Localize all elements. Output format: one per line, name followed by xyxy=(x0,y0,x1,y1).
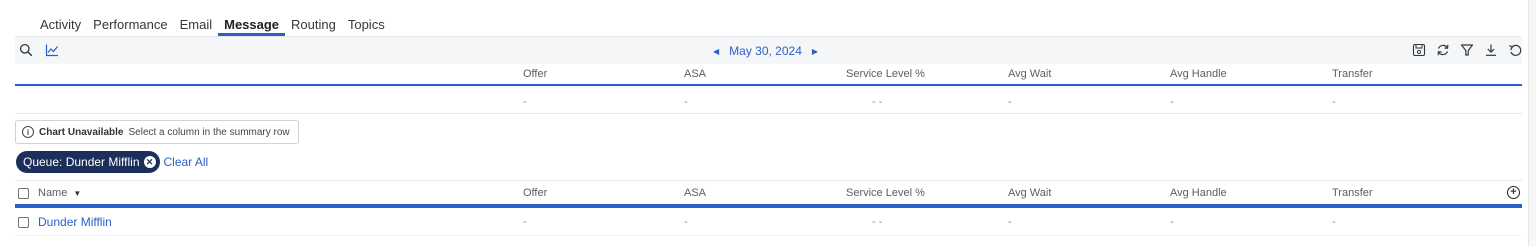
tab-bar: Activity Performance Email Message Routi… xyxy=(38,0,391,36)
download-icon[interactable] xyxy=(1484,43,1498,57)
row-value-offer: - xyxy=(523,216,527,228)
grid-header-service-level[interactable]: Service Level % xyxy=(846,187,925,199)
table-row: Dunder Mifflin - - - - - - - xyxy=(15,208,1522,236)
summary-value-service-level[interactable]: - - xyxy=(872,96,882,108)
summary-value-transfer[interactable]: - xyxy=(1332,96,1336,108)
remove-filter-icon[interactable]: ✕ xyxy=(143,156,156,168)
date-label[interactable]: May 30, 2024 xyxy=(729,44,802,58)
column-header-transfer[interactable]: Transfer xyxy=(1332,68,1373,80)
queue-name-link[interactable]: Dunder Mifflin xyxy=(38,215,112,229)
previous-date-button[interactable]: ◀ xyxy=(713,47,719,56)
row-value-avg-handle: - xyxy=(1170,216,1174,228)
add-column-icon[interactable]: + xyxy=(1507,186,1520,199)
grid-header-row: Name ▼ Offer ASA Service Level % Avg Wai… xyxy=(15,180,1522,206)
queue-filter-label: Queue: Dunder Mifflin xyxy=(23,155,140,169)
tab-email[interactable]: Email xyxy=(174,0,219,36)
chart-unavailable-notice: i Chart Unavailable Select a column in t… xyxy=(15,120,299,144)
chart-note-message: Select a column in the summary row xyxy=(128,126,290,138)
summary-value-asa[interactable]: - xyxy=(684,96,688,108)
vertical-scrollbar[interactable] xyxy=(1528,0,1536,246)
filter-bar: Queue: Dunder Mifflin ✕ Clear All xyxy=(16,151,208,173)
summary-value-avg-handle[interactable]: - xyxy=(1170,96,1174,108)
tab-activity[interactable]: Activity xyxy=(38,0,87,36)
row-value-service-level: - - xyxy=(872,216,883,228)
date-navigator: ◀ May 30, 2024 ▶ xyxy=(713,44,818,58)
grid-header-transfer[interactable]: Transfer xyxy=(1332,187,1373,199)
column-header-avg-handle[interactable]: Avg Handle xyxy=(1170,68,1227,80)
summary-row: - - - - - - - xyxy=(15,86,1522,114)
summary-value-offer[interactable]: - xyxy=(523,96,527,108)
column-header-offer[interactable]: Offer xyxy=(523,68,547,80)
next-date-button[interactable]: ▶ xyxy=(812,47,818,56)
clear-all-link[interactable]: Clear All xyxy=(164,155,209,169)
chart-icon[interactable] xyxy=(45,43,59,57)
queue-filter-chip[interactable]: Queue: Dunder Mifflin ✕ xyxy=(16,151,160,173)
grid-header-avg-handle[interactable]: Avg Handle xyxy=(1170,187,1227,199)
summary-value-avg-wait[interactable]: - xyxy=(1008,96,1012,108)
summary-table: Offer ASA Service Level % Avg Wait Avg H… xyxy=(15,64,1522,114)
toolbar-left xyxy=(19,43,59,57)
column-header-asa[interactable]: ASA xyxy=(684,68,706,80)
tab-message[interactable]: Message xyxy=(218,0,285,36)
row-checkbox[interactable] xyxy=(18,217,29,228)
row-value-avg-wait: - xyxy=(1008,216,1012,228)
row-value-transfer: - xyxy=(1332,216,1336,228)
search-icon[interactable] xyxy=(19,43,33,57)
summary-header-row: Offer ASA Service Level % Avg Wait Avg H… xyxy=(15,64,1522,86)
column-header-avg-wait[interactable]: Avg Wait xyxy=(1008,68,1051,80)
column-header-name[interactable]: Name ▼ xyxy=(38,187,81,199)
grid-header-offer[interactable]: Offer xyxy=(523,187,547,199)
row-value-asa: - xyxy=(684,216,688,228)
tab-routing[interactable]: Routing xyxy=(285,0,342,36)
toolbar-right xyxy=(1412,43,1522,57)
column-header-service-level[interactable]: Service Level % xyxy=(846,68,925,80)
name-header-label: Name xyxy=(38,187,68,199)
save-icon[interactable] xyxy=(1412,43,1426,57)
grid-header-avg-wait[interactable]: Avg Wait xyxy=(1008,187,1051,199)
chart-note-title: Chart Unavailable xyxy=(39,126,124,138)
reset-icon[interactable] xyxy=(1508,43,1522,57)
refresh-icon[interactable] xyxy=(1436,43,1450,57)
tab-performance[interactable]: Performance xyxy=(87,0,173,36)
queue-grid: Name ▼ Offer ASA Service Level % Avg Wai… xyxy=(15,180,1522,236)
grid-header-asa[interactable]: ASA xyxy=(684,187,706,199)
select-all-checkbox[interactable] xyxy=(18,188,29,199)
tab-topics[interactable]: Topics xyxy=(342,0,391,36)
toolbar: ◀ May 30, 2024 ▶ xyxy=(15,36,1522,64)
info-icon: i xyxy=(22,126,34,138)
sort-desc-icon[interactable]: ▼ xyxy=(73,189,81,198)
filter-icon[interactable] xyxy=(1460,43,1474,57)
